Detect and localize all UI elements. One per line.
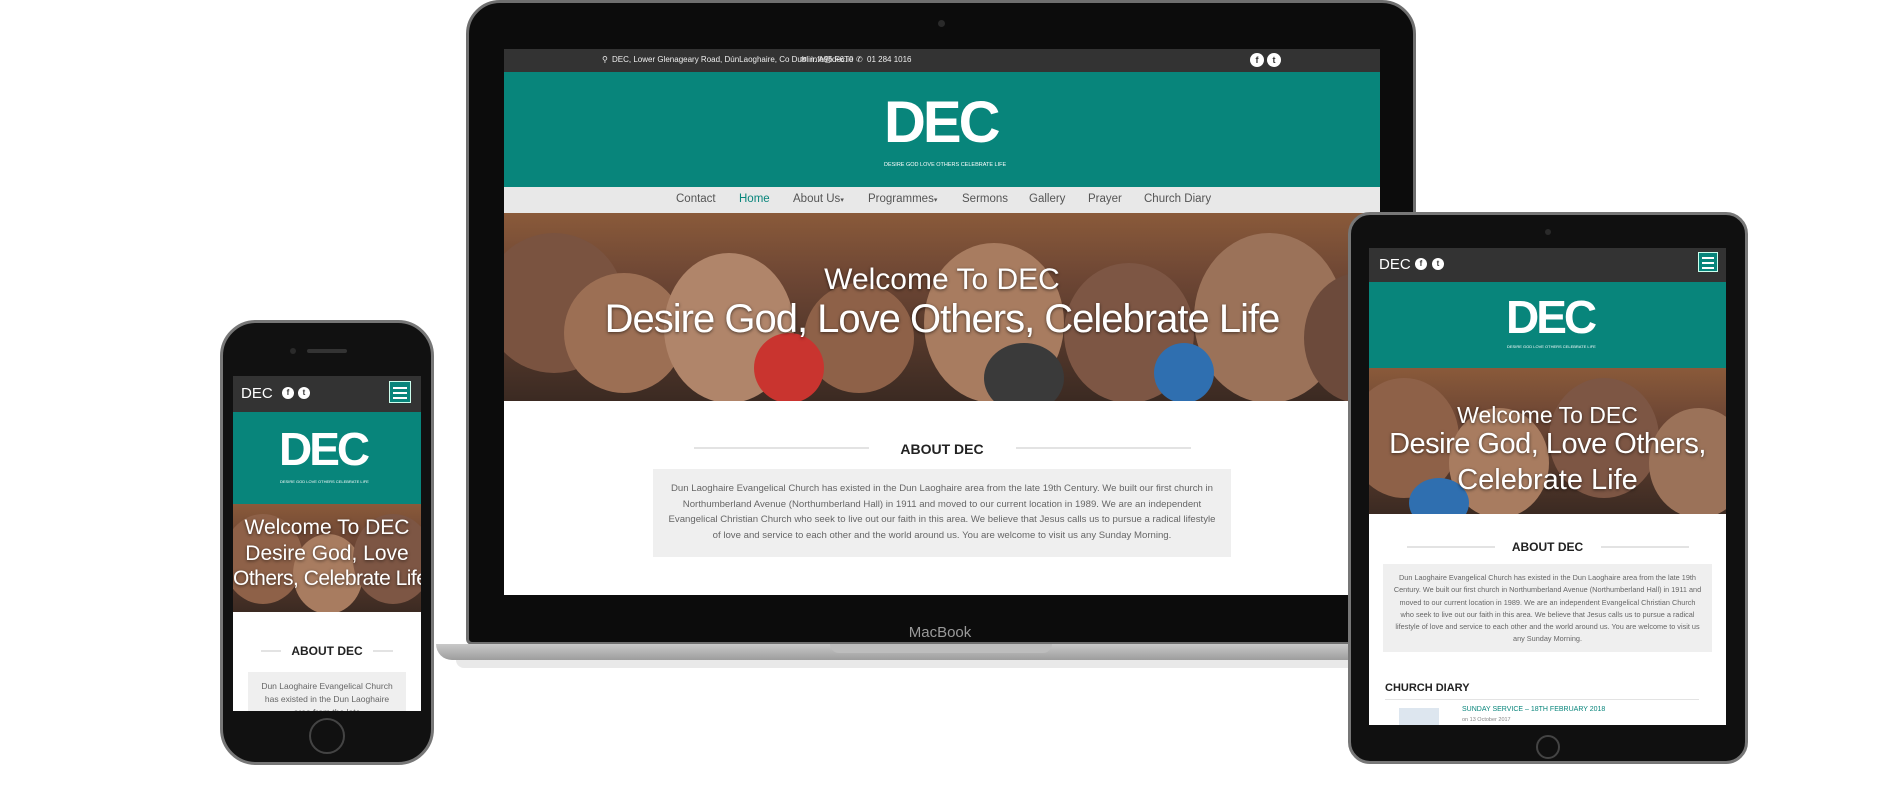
tablet-hero: Welcome To DEC Desire God, Love Others, … [1369, 368, 1726, 514]
about-text: Dun Laoghaire Evangelical Church has exi… [261, 681, 393, 711]
logo-tagline: DESIRE GOD LOVE OTHERS CELEBRATE LIFE [884, 162, 1007, 168]
hero-welcome: Welcome To DEC [244, 516, 410, 539]
nav-prayer[interactable]: Prayer [1088, 193, 1122, 205]
tablet-camera [1545, 229, 1551, 235]
nav-church-diary[interactable]: Church Diary [1144, 193, 1211, 205]
title-rule-right [373, 650, 393, 652]
phone-speaker [307, 349, 347, 353]
twitter-icon[interactable]: t [1267, 53, 1281, 67]
nav-gallery[interactable]: Gallery [1029, 193, 1065, 205]
nav-about-us[interactable]: About Us▾ [793, 193, 844, 205]
nav-sermons[interactable]: Sermons [962, 193, 1008, 205]
title-rule-right [1601, 546, 1689, 548]
phone-text: 01 284 1016 [867, 55, 912, 64]
facebook-icon[interactable]: f [282, 387, 294, 399]
about-text: Dun Laoghaire Evangelical Church has exi… [1393, 573, 1702, 644]
twitter-icon[interactable]: t [1432, 258, 1444, 270]
nav-programmes[interactable]: Programmes▾ [868, 193, 937, 205]
hamburger-menu-icon[interactable] [389, 381, 411, 403]
home-button[interactable] [309, 718, 345, 754]
email-link[interactable]: info@dec.ie [811, 55, 853, 64]
hero-tagline-a: Desire God, Love Others, [1389, 428, 1706, 460]
dec-logo[interactable]: DEC [1506, 294, 1597, 340]
about-text-box: Dun Laoghaire Evangelical Church has exi… [653, 469, 1231, 557]
map-pin-icon: ⚲ [602, 55, 608, 64]
nav-home[interactable]: Home [739, 193, 770, 205]
main-nav: Contact Home About Us▾ Programmes▾ Sermo… [504, 187, 1380, 213]
about-text-box: Dun Laoghaire Evangelical Church has exi… [248, 672, 406, 711]
tablet-header: DEC DESIRE GOD LOVE OTHERS CELEBRATE LIF… [1369, 282, 1726, 368]
twitter-icon[interactable]: t [298, 387, 310, 399]
chevron-down-icon: ▾ [840, 197, 844, 204]
church-diary-title: CHURCH DIARY [1385, 682, 1470, 694]
hero-tagline-b: Celebrate Life [1457, 464, 1638, 496]
chevron-down-icon: ▾ [933, 197, 938, 204]
tablet-screen: DEC f t DEC DESIRE GOD LOVE OTHERS CELEB… [1369, 248, 1726, 725]
hero-welcome: Welcome To DEC [1457, 402, 1638, 428]
dec-logo[interactable]: DEC [884, 94, 1000, 152]
diary-rule [1385, 699, 1699, 700]
phone-screen: DEC f t DEC DESIRE GOD LOVE OTHERS CELEB… [233, 376, 421, 711]
logo-tagline: DESIRE GOD LOVE OTHERS CELEBRATE LIFE [1507, 344, 1596, 349]
hero-tagline: Desire God, Love Others, Celebrate Life [604, 297, 1281, 341]
logo-tagline: DESIRE GOD LOVE OTHERS CELEBRATE LIFE [280, 479, 369, 484]
nav-about-label: About Us [793, 193, 841, 205]
phone-icon: ✆ [856, 55, 863, 64]
facebook-icon[interactable]: f [1250, 53, 1264, 67]
hero-tagline-a: Desire God, Love [245, 542, 409, 565]
laptop-shadow [456, 660, 1426, 668]
phone-hero: Welcome To DEC Desire God, Love Others, … [233, 504, 421, 612]
about-title: ABOUT DEC [900, 441, 984, 457]
dec-logo[interactable]: DEC [279, 426, 370, 472]
diary-item-link[interactable]: SUNDAY SERVICE – 18TH FEBRUARY 2018 [1462, 706, 1605, 713]
contact-topbar: ⚲ DEC, Lower Glenageary Road, DúnLaoghai… [504, 49, 1380, 72]
laptop-camera [938, 20, 945, 27]
hero-welcome: Welcome To DEC [824, 263, 1060, 296]
tablet-brand[interactable]: DEC [1379, 256, 1411, 273]
hero-tagline-b: Others, Celebrate Life [233, 567, 421, 590]
tablet-topbar: DEC f t [1369, 248, 1726, 282]
nav-contact[interactable]: Contact [676, 193, 716, 205]
phone-camera [290, 348, 296, 354]
hamburger-menu-icon[interactable] [1698, 252, 1718, 272]
home-button[interactable] [1536, 735, 1560, 759]
nav-programmes-label: Programmes [868, 193, 934, 205]
phone-topbar: DEC f t [233, 376, 421, 412]
laptop-notch [830, 644, 1052, 653]
phone-header: DEC DESIRE GOD LOVE OTHERS CELEBRATE LIF… [233, 412, 421, 504]
envelope-icon: ✉ [800, 55, 807, 64]
diary-item-date: on 13 October 2017 [1462, 717, 1511, 723]
phone-brand[interactable]: DEC [241, 385, 273, 402]
macbook-label: MacBook [908, 624, 972, 641]
about-text: Dun Laoghaire Evangelical Church has exi… [668, 483, 1216, 541]
site-header: DEC DESIRE GOD LOVE OTHERS CELEBRATE LIF… [504, 72, 1380, 187]
hero-banner: Welcome To DEC Desire God, Love Others, … [504, 213, 1380, 401]
diary-thumbnail[interactable] [1399, 708, 1439, 725]
about-text-box: Dun Laoghaire Evangelical Church has exi… [1383, 564, 1712, 652]
laptop-screen: ⚲ DEC, Lower Glenageary Road, DúnLaoghai… [504, 49, 1380, 595]
facebook-icon[interactable]: f [1415, 258, 1427, 270]
title-rule-right [1016, 447, 1191, 449]
